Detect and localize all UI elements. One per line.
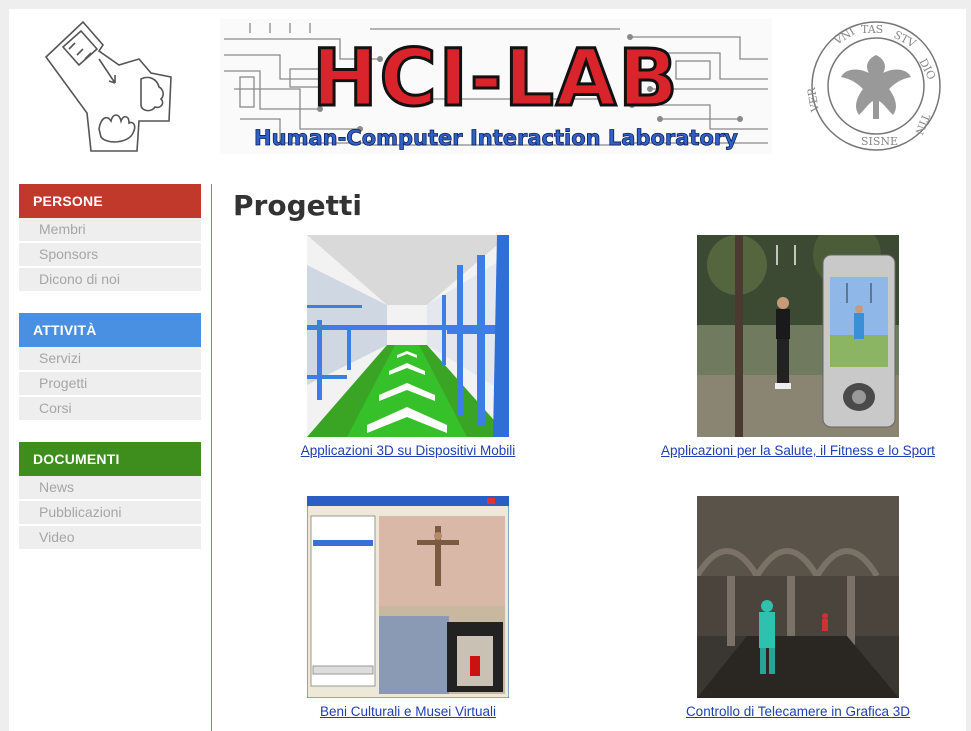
- project-thumbnail-fitness[interactable]: [697, 235, 899, 437]
- header: HCI-LAB Human-Computer Interaction Labor…: [9, 9, 966, 169]
- sidebar-section-documenti: DOCUMENTI News Pubblicazioni Video: [19, 442, 201, 551]
- hands-logo-icon[interactable]: [41, 17, 173, 155]
- project-card-telecamere: Controllo di Telecamere in Grafica 3D: [633, 496, 963, 719]
- sidebar-item-progetti[interactable]: Progetti: [19, 372, 201, 397]
- sidebar-header-documenti[interactable]: DOCUMENTI: [19, 442, 201, 476]
- project-link-telecamere[interactable]: Controllo di Telecamere in Grafica 3D: [633, 704, 963, 719]
- sidebar-item-news[interactable]: News: [19, 476, 201, 501]
- sidebar-header-attivita[interactable]: ATTIVITÀ: [19, 313, 201, 347]
- banner-title: HCI-LAB: [312, 34, 679, 124]
- main-content: Progetti Applicazioni 3D su Dispositivi …: [233, 184, 966, 719]
- sidebar: PERSONE Membri Sponsors Dicono di noi AT…: [19, 184, 201, 571]
- sidebar-section-persone: PERSONE Membri Sponsors Dicono di noi: [19, 184, 201, 293]
- project-thumbnail-3d-mobile[interactable]: [307, 235, 509, 437]
- project-link-fitness[interactable]: Applicazioni per la Salute, il Fitness e…: [633, 443, 963, 458]
- page: HCI-LAB Human-Computer Interaction Labor…: [9, 9, 966, 731]
- hci-lab-banner[interactable]: HCI-LAB Human-Computer Interaction Labor…: [220, 19, 772, 154]
- sidebar-item-dicono-di-noi[interactable]: Dicono di noi: [19, 268, 201, 293]
- project-link-beni-culturali[interactable]: Beni Culturali e Musei Virtuali: [273, 704, 543, 719]
- sidebar-item-corsi[interactable]: Corsi: [19, 397, 201, 422]
- sidebar-item-servizi[interactable]: Servizi: [19, 347, 201, 372]
- project-card-beni-culturali: Beni Culturali e Musei Virtuali: [273, 496, 543, 719]
- sidebar-header-persone[interactable]: PERSONE: [19, 184, 201, 218]
- sidebar-item-video[interactable]: Video: [19, 526, 201, 551]
- page-title: Progetti: [233, 189, 362, 222]
- project-card-fitness: Applicazioni per la Salute, il Fitness e…: [633, 235, 963, 458]
- svg-text:SISNE: SISNE: [861, 135, 898, 148]
- project-link-3d-mobile[interactable]: Applicazioni 3D su Dispositivi Mobili: [273, 443, 543, 458]
- project-card-3d-mobile: Applicazioni 3D su Dispositivi Mobili: [273, 235, 543, 458]
- university-seal-icon[interactable]: VNI TAS STV DIO TIN SISNE VER: [805, 17, 945, 155]
- banner-subtitle: Human-Computer Interaction Laboratory: [254, 126, 738, 150]
- svg-text:TIN: TIN: [912, 112, 932, 137]
- svg-text:VER: VER: [807, 86, 822, 114]
- content-divider: [211, 184, 212, 731]
- sidebar-item-pubblicazioni[interactable]: Pubblicazioni: [19, 501, 201, 526]
- project-thumbnail-beni-culturali[interactable]: [307, 496, 509, 698]
- svg-text:TAS: TAS: [861, 23, 883, 36]
- sidebar-section-attivita: ATTIVITÀ Servizi Progetti Corsi: [19, 313, 201, 422]
- svg-text:VNI: VNI: [831, 25, 857, 48]
- sidebar-item-sponsors[interactable]: Sponsors: [19, 243, 201, 268]
- project-thumbnail-telecamere[interactable]: [697, 496, 899, 698]
- sidebar-item-membri[interactable]: Membri: [19, 218, 201, 243]
